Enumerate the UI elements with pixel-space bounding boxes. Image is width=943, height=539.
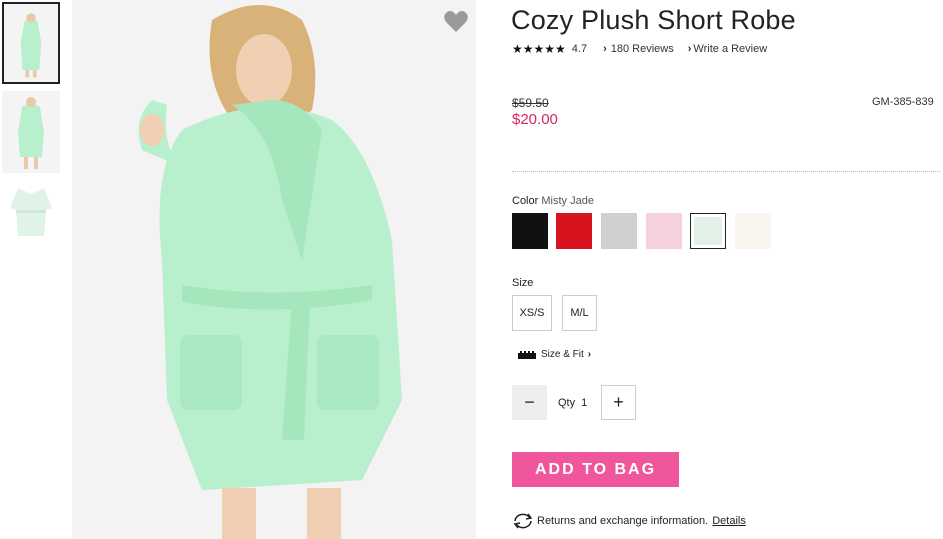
size-option-m-l[interactable]: M/L — [562, 295, 597, 331]
write-review-label: Write a Review — [693, 43, 768, 55]
favorite-heart-icon[interactable] — [443, 9, 469, 35]
reviews-link-label: 180 Reviews — [610, 43, 674, 55]
size-option-xs-s[interactable]: XS/S — [512, 295, 552, 331]
color-swatch-ivory[interactable] — [735, 213, 771, 249]
original-price: $59.50 — [512, 96, 549, 110]
add-to-bag-button[interactable]: ADD TO BAG — [512, 452, 679, 487]
size-label: Size — [512, 277, 534, 289]
rating-value: 4.7 — [571, 43, 588, 55]
product-sku: GM-385-839 — [872, 96, 934, 108]
returns-text: Returns and exchange information. — [537, 515, 709, 527]
thumbnail-1[interactable] — [2, 2, 60, 84]
returns-info: Returns and exchange information. Detail… — [512, 512, 746, 530]
size-fit-link[interactable]: Size & Fit › — [518, 349, 591, 360]
quantity-value: 1 — [581, 397, 588, 409]
quantity-increase-button[interactable]: + — [601, 385, 636, 420]
rating-stars-icon: ★★★★★ — [512, 42, 566, 56]
color-swatch-red[interactable] — [556, 213, 592, 249]
reviews-link[interactable]: › 180 Reviews — [603, 43, 674, 55]
thumbnail-3[interactable] — [2, 180, 60, 262]
minus-icon: − — [524, 392, 535, 412]
quantity-label: Qty — [558, 397, 576, 409]
quantity-display: Qty 1 — [558, 397, 587, 409]
product-title: Cozy Plush Short Robe — [511, 5, 796, 35]
ruler-icon — [518, 350, 536, 359]
color-label: Color Misty Jade — [512, 195, 594, 207]
chevron-right-icon: › — [687, 43, 692, 55]
color-swatch-misty-jade[interactable] — [690, 213, 726, 249]
chevron-right-icon: › — [587, 349, 592, 360]
color-label-text: Color — [512, 195, 539, 207]
quantity-decrease-button[interactable]: − — [512, 385, 547, 420]
size-fit-label: Size & Fit — [541, 349, 584, 360]
rating-row: ★★★★★ 4.7 › 180 Reviews › Write a Review — [512, 42, 767, 56]
color-swatch-grey[interactable] — [601, 213, 637, 249]
divider — [512, 171, 940, 172]
color-swatch-black[interactable] — [512, 213, 548, 249]
chevron-right-icon: › — [603, 43, 607, 55]
write-review-link[interactable]: › Write a Review — [688, 43, 767, 55]
plus-icon: + — [613, 392, 624, 412]
thumbnail-2[interactable] — [2, 91, 60, 173]
returns-details-link[interactable]: Details — [712, 515, 746, 527]
exchange-arrows-icon — [513, 513, 533, 529]
selected-color-name: Misty Jade — [541, 195, 594, 207]
product-main-image[interactable] — [72, 0, 476, 539]
color-swatch-pink[interactable] — [646, 213, 682, 249]
sale-price: $20.00 — [512, 111, 558, 128]
